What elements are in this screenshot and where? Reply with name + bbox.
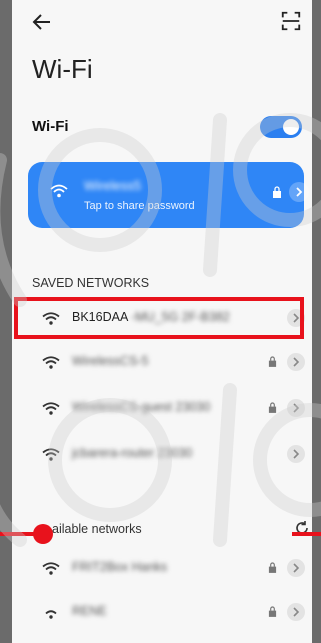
network-ssid: WirelessCS-5 xyxy=(72,354,149,368)
wifi-weak-icon xyxy=(45,610,57,619)
network-ssid: WirelessCS-guest 23030 xyxy=(72,400,210,414)
network-ssid-text: WirelessCS-guest xyxy=(72,400,173,414)
chevron-right-icon xyxy=(293,403,300,413)
saved-network-item[interactable]: WirelessCS-guest 23030 xyxy=(12,386,312,430)
lock-icon xyxy=(268,562,277,573)
scan-qr-icon[interactable] xyxy=(280,10,302,32)
network-details-button[interactable] xyxy=(287,353,305,371)
network-ssid-text: jcbarera-router xyxy=(72,446,154,460)
wifi-icon xyxy=(42,402,60,415)
connected-subtitle: Tap to share password xyxy=(84,200,195,212)
chevron-right-icon xyxy=(293,607,300,617)
saved-networks-heading: SAVED NETWORKS xyxy=(32,276,150,290)
annotation-line-right xyxy=(292,532,321,536)
wifi-toggle-row: Wi-Fi xyxy=(32,116,302,138)
wifi-icon xyxy=(42,562,60,575)
chevron-right-icon xyxy=(293,563,300,573)
back-arrow-icon[interactable] xyxy=(30,10,54,34)
chevron-right-icon xyxy=(293,357,300,367)
lock-icon xyxy=(273,186,281,198)
top-bar xyxy=(12,0,312,44)
connected-details-button[interactable] xyxy=(289,182,309,202)
wifi-icon xyxy=(42,356,60,369)
wifi-icon xyxy=(50,184,68,198)
chevron-right-icon xyxy=(296,187,303,197)
available-network-item[interactable]: RENE xyxy=(12,590,312,634)
network-ssid: jcbarera-router 23030 xyxy=(72,446,192,460)
network-details-button[interactable] xyxy=(287,445,305,463)
highlight-box xyxy=(14,297,304,339)
saved-network-item[interactable]: WirelessCS-5 xyxy=(12,340,312,384)
network-ssid-suffix: 23030 xyxy=(175,400,211,414)
network-details-button[interactable] xyxy=(287,399,305,417)
wifi-toggle-switch[interactable] xyxy=(260,116,302,138)
lock-icon xyxy=(268,606,277,617)
network-ssid: FRIT2Box Hanks xyxy=(72,560,168,574)
network-ssid-suffix: 23030 xyxy=(157,446,193,460)
network-details-button[interactable] xyxy=(287,603,305,621)
chevron-right-icon xyxy=(293,449,300,459)
wifi-icon xyxy=(42,448,60,461)
toggle-knob xyxy=(283,119,299,135)
lock-icon xyxy=(268,402,277,413)
available-networks-heading: ailable networks xyxy=(52,522,142,536)
connected-network-card[interactable]: Wireless5 Tap to share password xyxy=(28,162,309,228)
page-title: Wi-Fi xyxy=(32,54,93,84)
saved-network-item[interactable]: jcbarera-router 23030 xyxy=(12,432,312,476)
connected-ssid: Wireless5 xyxy=(84,178,142,193)
available-network-item[interactable]: FRIT2Box Hanks xyxy=(12,546,312,590)
annotation-dot xyxy=(33,524,53,544)
network-details-button[interactable] xyxy=(287,559,305,577)
network-ssid: RENE xyxy=(72,604,107,618)
lock-icon xyxy=(268,356,277,367)
